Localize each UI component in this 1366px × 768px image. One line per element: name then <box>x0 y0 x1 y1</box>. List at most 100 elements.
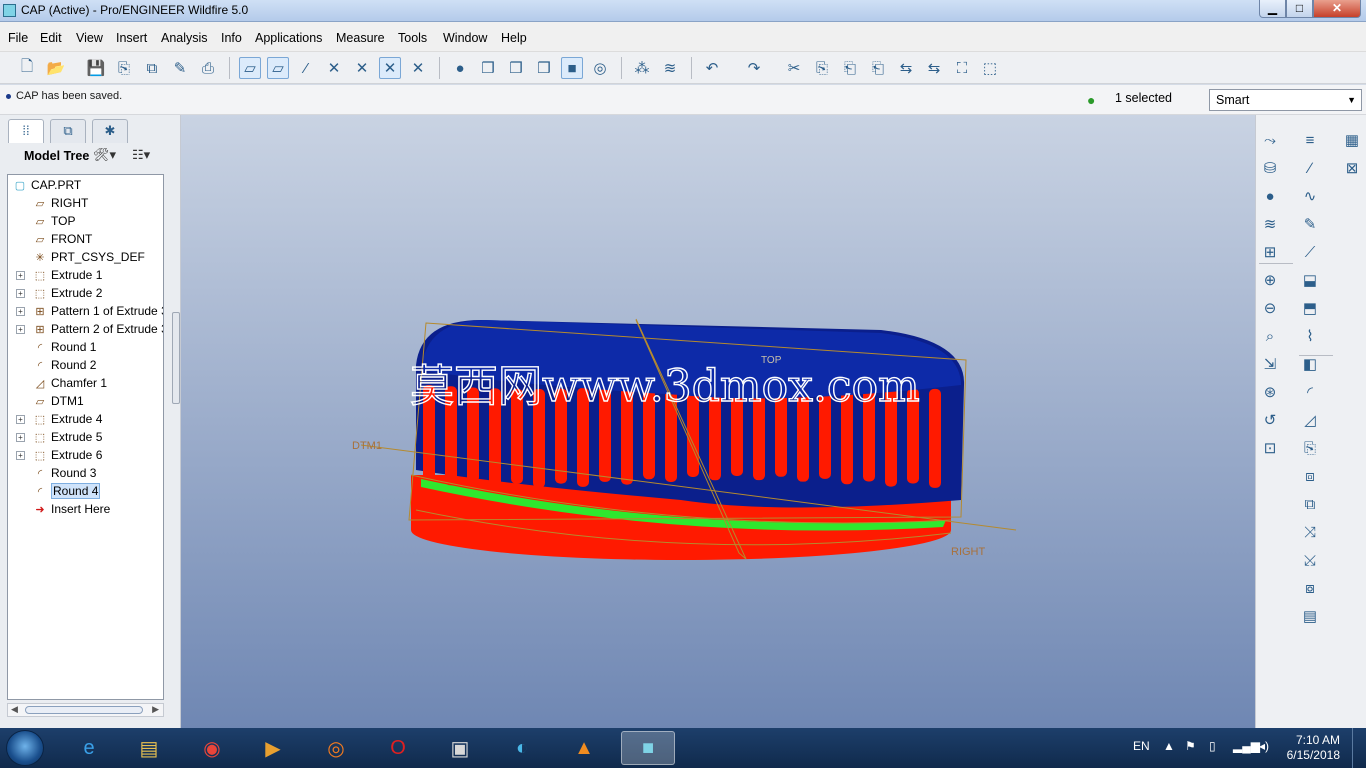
analysis-icon[interactable]: ↺ <box>1259 409 1281 431</box>
favorites-tab[interactable]: ✱ <box>92 119 128 143</box>
tree-settings-icon[interactable]: 🛠▾ <box>93 147 116 163</box>
draft-icon[interactable]: ⬒ <box>1299 297 1321 319</box>
volume-icon[interactable]: ◂) <box>1259 739 1269 753</box>
media-player-icon[interactable]: ▶ <box>248 731 298 765</box>
copy-icon[interactable]: ⎘ <box>1299 437 1321 459</box>
rib-icon[interactable]: ⌇ <box>1299 325 1321 347</box>
menu-applications[interactable]: Applications <box>255 31 322 45</box>
expand-icon[interactable]: + <box>16 289 25 298</box>
enhanced-realism-icon[interactable]: ■ <box>561 57 583 79</box>
wireframe-icon[interactable]: ● <box>449 57 471 79</box>
hidden-line-icon[interactable]: ❒ <box>477 57 499 79</box>
paste-special-icon[interactable]: ⎗ <box>867 57 889 79</box>
internet-explorer-icon[interactable]: e <box>64 731 114 765</box>
model-tree[interactable]: ▢ CAP.PRT ▱ RIGHT ▱ TOP ▱ FRONT ✳ PRT_CSYS_DEF + ⬚ E… <box>7 174 164 700</box>
tree-item[interactable]: + ⬚ Extrude 2 <box>8 285 163 303</box>
merge-icon[interactable]: ⧉ <box>1299 493 1321 515</box>
graphics-window[interactable]: TOP DTM1 RIGHT 莫西网www.3dmox.com <box>181 115 1255 728</box>
hole-icon[interactable]: ◧ <box>1299 353 1321 375</box>
find-icon[interactable]: ⛶ <box>951 57 973 79</box>
save-icon[interactable]: 💾 <box>85 57 107 79</box>
expand-icon[interactable]: + <box>16 433 25 442</box>
zoom-out-icon[interactable]: ⊖ <box>1259 297 1281 319</box>
tree-item[interactable]: + ⬚ Extrude 4 <box>8 411 163 429</box>
tray-arrow-icon[interactable]: ▲ <box>1163 739 1175 753</box>
tree-item[interactable]: ✳ PRT_CSYS_DEF <box>8 249 163 267</box>
extend-icon[interactable]: ⤩ <box>1299 549 1321 571</box>
appearance-icon[interactable]: ✕ <box>407 57 429 79</box>
tree-item[interactable]: + ⊞ Pattern 2 of Extrude 3 <box>8 321 163 339</box>
datum-csys-icon[interactable]: ⊛ <box>1259 381 1281 403</box>
tree-item[interactable]: ➜ Insert Here <box>8 501 163 519</box>
curve-icon[interactable]: ∕ <box>1299 157 1321 179</box>
scroll-right-icon[interactable]: ▶ <box>152 704 159 715</box>
csys-toggle-icon[interactable]: ✕ <box>323 57 345 79</box>
close-button[interactable]: ✕ <box>1313 0 1361 18</box>
menu-view[interactable]: View <box>76 31 103 45</box>
spin-center-icon[interactable]: ✕ <box>351 57 373 79</box>
rename-icon[interactable]: ✎ <box>169 57 191 79</box>
undo-icon[interactable]: ↶ <box>701 57 723 79</box>
datum-point-icon[interactable]: ⇲ <box>1259 353 1281 375</box>
tree-item[interactable]: + ⬚ Extrude 6 <box>8 447 163 465</box>
tree-horizontal-scrollbar[interactable]: ◀ ▶ <box>7 703 164 717</box>
device-icon[interactable]: ▯ <box>1209 739 1216 753</box>
vlc-icon[interactable]: ▲ <box>559 731 609 765</box>
menu-info[interactable]: Info <box>221 31 242 45</box>
menu-analysis[interactable]: Analysis <box>161 31 208 45</box>
datum-plane-toggle-icon[interactable]: ▱ <box>239 57 261 79</box>
tree-item[interactable]: ◿ Chamfer 1 <box>8 375 163 393</box>
pattern-tool-icon[interactable]: ⊠ <box>1341 157 1363 179</box>
sketch-icon[interactable]: ⤳ <box>1259 129 1281 151</box>
show-desktop-button[interactable] <box>1352 728 1366 768</box>
menu-measure[interactable]: Measure <box>336 31 385 45</box>
browser-icon[interactable]: ◐ <box>497 731 547 765</box>
trim-icon[interactable]: ⤨ <box>1299 521 1321 543</box>
print-icon[interactable]: ⎙ <box>197 57 219 79</box>
save-copy-icon[interactable]: ⎘ <box>113 57 135 79</box>
backup-icon[interactable]: ⧉ <box>141 57 163 79</box>
shape-icon[interactable]: ● <box>1259 185 1281 207</box>
menu-tools[interactable]: Tools <box>398 31 427 45</box>
minimize-button[interactable]: ▁ <box>1259 0 1286 18</box>
expand-icon[interactable]: + <box>16 307 25 316</box>
view-manager-icon[interactable]: ⊞ <box>1259 241 1281 263</box>
scroll-thumb[interactable] <box>25 706 143 714</box>
no-hidden-icon[interactable]: ❒ <box>505 57 527 79</box>
ruler-icon[interactable]: ⊡ <box>1259 437 1281 459</box>
system-clock[interactable]: 7:10 AM 6/15/2018 <box>1282 733 1340 763</box>
selection-box-icon[interactable]: ⇆ <box>923 57 945 79</box>
expand-icon[interactable]: + <box>16 271 25 280</box>
layer-icon[interactable]: ≋ <box>1259 213 1281 235</box>
expand-icon[interactable]: + <box>16 451 25 460</box>
family-table-icon[interactable]: ⇆ <box>895 57 917 79</box>
layers-icon[interactable]: ⁂ <box>631 57 653 79</box>
app-icon[interactable] <box>3 4 16 17</box>
language-indicator[interactable]: EN <box>1133 739 1150 753</box>
mirror-icon[interactable]: ⧈ <box>1299 465 1321 487</box>
expand-icon[interactable]: + <box>16 415 25 424</box>
folder-browser-tab[interactable]: ⧉ <box>50 119 86 143</box>
tree-item[interactable]: ▱ TOP <box>8 213 163 231</box>
chrome-icon[interactable]: ◉ <box>187 731 237 765</box>
axis-icon[interactable]: ≡ <box>1299 129 1321 151</box>
round-tool-icon[interactable]: ◜ <box>1299 381 1321 403</box>
tree-item[interactable]: + ⬚ Extrude 1 <box>8 267 163 285</box>
copy-icon[interactable]: ⎘ <box>811 57 833 79</box>
tree-item[interactable]: ▱ FRONT <box>8 231 163 249</box>
tree-item[interactable]: ◜ Round 1 <box>8 339 163 357</box>
model-tree-tab[interactable]: ⁞⁞ <box>8 119 44 143</box>
box-select-icon[interactable]: ⬚ <box>979 57 1001 79</box>
tree-item[interactable]: + ⬚ Extrude 5 <box>8 429 163 447</box>
panel-splitter[interactable] <box>172 312 180 404</box>
zoom-in-icon[interactable]: ⊕ <box>1259 269 1281 291</box>
chamfer-tool-icon[interactable]: ◿ <box>1299 409 1321 431</box>
network-icon[interactable]: ▂▄▆ <box>1233 739 1260 753</box>
datum-axis-toggle-icon[interactable]: ▱ <box>267 57 289 79</box>
regenerate-icon[interactable]: ◎ <box>589 57 611 79</box>
thicken-icon[interactable]: ▤ <box>1299 605 1321 627</box>
tree-item[interactable]: ▱ DTM1 <box>8 393 163 411</box>
proe-icon[interactable]: ▣ <box>435 731 485 765</box>
open-icon[interactable]: 📂 <box>45 57 67 79</box>
datum-label-right[interactable]: RIGHT <box>951 546 986 558</box>
